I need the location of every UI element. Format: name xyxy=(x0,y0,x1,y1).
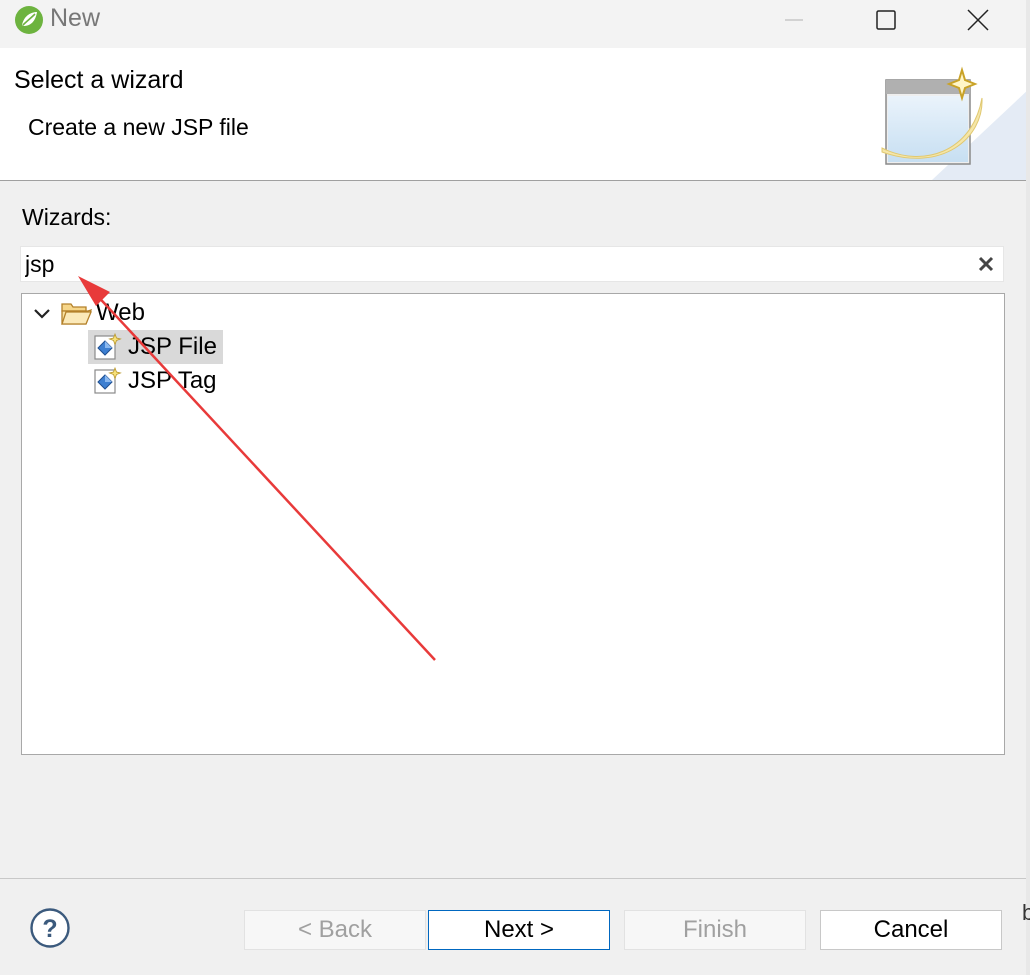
cancel-button[interactable]: Cancel xyxy=(820,910,1002,950)
minimize-button[interactable] xyxy=(748,0,840,40)
back-button[interactable]: < Back xyxy=(244,910,426,950)
minimize-icon xyxy=(785,19,803,21)
tree-item-web[interactable]: Web xyxy=(30,296,145,330)
window-title: New xyxy=(50,4,101,32)
chevron-down-icon[interactable] xyxy=(30,301,54,325)
new-wizard-banner-icon xyxy=(881,66,1030,180)
title-bar: New xyxy=(0,0,1030,48)
wizard-banner: Select a wizard Create a new JSP file xyxy=(0,48,1030,181)
maximize-icon xyxy=(876,10,896,30)
tree-item-jsp-tag[interactable]: JSP Tag xyxy=(88,364,223,398)
close-button[interactable] xyxy=(932,0,1024,40)
close-icon xyxy=(967,9,989,31)
jsp-tag-icon xyxy=(94,366,122,394)
next-button[interactable]: Next > xyxy=(428,910,610,950)
banner-title: Select a wizard xyxy=(14,66,184,94)
tree-item-jsp-file[interactable]: JSP File xyxy=(88,330,223,364)
window-edge xyxy=(1026,0,1030,975)
help-icon[interactable]: ? xyxy=(29,907,71,949)
tree-item-label: Web xyxy=(96,299,145,326)
wizard-tree: Web JSP File JSP Tag xyxy=(21,293,1005,755)
spring-logo-icon xyxy=(15,6,43,34)
wizard-filter-input[interactable] xyxy=(25,248,965,280)
folder-open-icon xyxy=(61,303,92,325)
background-window-text: b xyxy=(1022,900,1030,925)
banner-description: Create a new JSP file xyxy=(28,114,249,140)
svg-text:?: ? xyxy=(42,915,57,943)
finish-button[interactable]: Finish xyxy=(624,910,806,950)
maximize-button[interactable] xyxy=(840,0,932,40)
tree-item-label: JSP File xyxy=(128,333,217,360)
tree-item-label: JSP Tag xyxy=(128,367,217,394)
divider xyxy=(0,878,1030,879)
wizard-filter xyxy=(20,246,1004,282)
clear-filter-icon[interactable] xyxy=(977,255,995,273)
wizards-label: Wizards: xyxy=(22,204,112,230)
new-wizard-dialog: New Select a wizard Create a new JSP fil… xyxy=(0,0,1030,975)
jsp-file-icon xyxy=(94,332,122,360)
